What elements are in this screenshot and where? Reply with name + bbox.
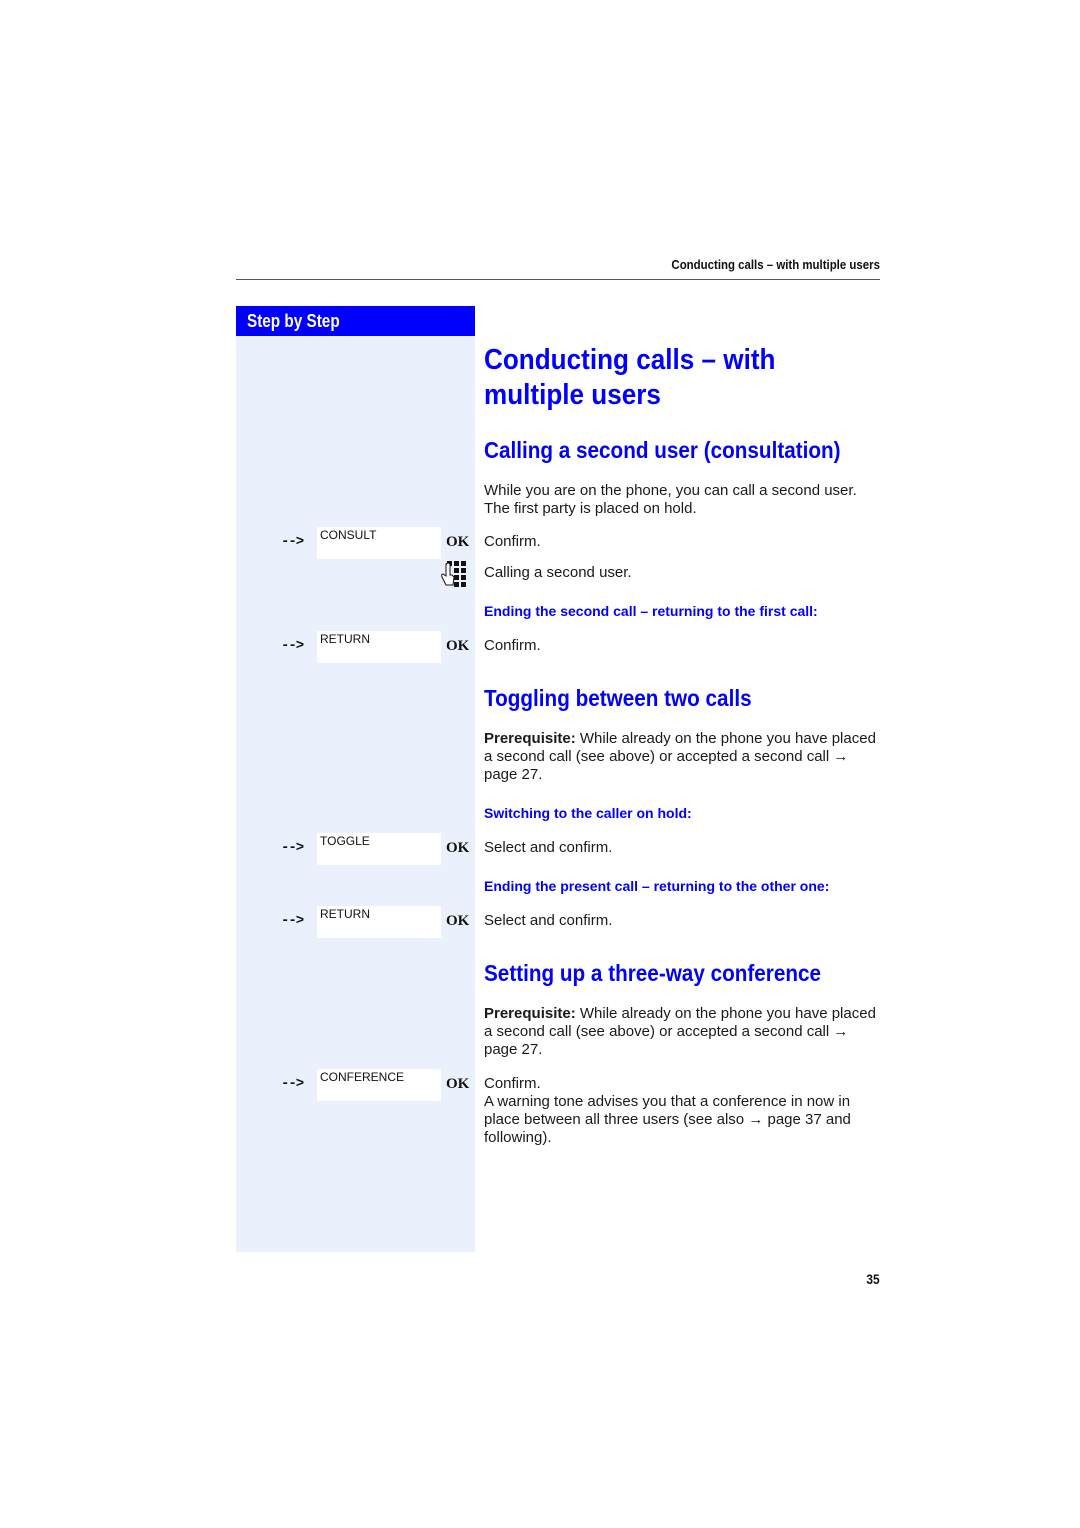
arrow-icon: --> bbox=[281, 1076, 304, 1092]
softkey-toggle[interactable]: TOGGLE bbox=[317, 833, 441, 865]
step-text: Confirm. bbox=[484, 637, 541, 654]
step-text: Select and confirm. bbox=[484, 912, 613, 929]
conference-prerequisite: Prerequisite: While already on the phone… bbox=[484, 1005, 884, 1059]
section-heading-toggling: Toggling between two calls bbox=[484, 685, 752, 711]
page-title: Conducting calls – with multiple users bbox=[484, 344, 776, 411]
arrow-icon: --> bbox=[281, 638, 304, 654]
consultation-intro: While you are on the phone, you can call… bbox=[484, 482, 857, 517]
subheading-ending-second-call: Ending the second call – returning to th… bbox=[484, 603, 818, 619]
header-divider bbox=[236, 279, 880, 280]
step-confirm-text: Confirm. bbox=[484, 1075, 541, 1092]
toggling-prerequisite: Prerequisite: While already on the phone… bbox=[484, 730, 884, 784]
arrow-icon: --> bbox=[281, 840, 304, 856]
step-by-step-title: Step by Step bbox=[247, 311, 340, 331]
keypad-icon bbox=[441, 561, 466, 587]
softkey-return[interactable]: RETURN bbox=[317, 631, 441, 663]
page-number: 35 bbox=[866, 1271, 880, 1287]
softkey-return[interactable]: RETURN bbox=[317, 906, 441, 938]
section-heading-consultation: Calling a second user (consultation) bbox=[484, 437, 841, 463]
running-header: Conducting calls – with multiple users bbox=[671, 257, 880, 272]
section-heading-conference: Setting up a three-way conference bbox=[484, 960, 822, 986]
subheading-ending-present-call: Ending the present call – returning to t… bbox=[484, 878, 830, 894]
prerequisite-label: Prerequisite: bbox=[484, 1005, 576, 1022]
arrow-icon: --> bbox=[281, 534, 304, 550]
conference-note: A warning tone advises you that a confer… bbox=[484, 1093, 851, 1146]
step-text: Confirm. A warning tone advises you that… bbox=[484, 1075, 884, 1147]
arrow-icon: --> bbox=[281, 913, 304, 929]
ok-key-icon: OK bbox=[446, 913, 470, 929]
step-text: Confirm. bbox=[484, 533, 541, 550]
softkey-conference[interactable]: CONFERENCE bbox=[317, 1069, 441, 1101]
step-text: Select and confirm. bbox=[484, 839, 613, 856]
step-by-step-header: Step by Step bbox=[236, 306, 475, 336]
softkey-consult[interactable]: CONSULT bbox=[317, 527, 441, 559]
step-by-step-column bbox=[236, 306, 475, 1252]
ok-key-icon: OK bbox=[446, 638, 470, 654]
prerequisite-label: Prerequisite: bbox=[484, 730, 576, 747]
ok-key-icon: OK bbox=[446, 1076, 470, 1092]
subheading-switching: Switching to the caller on hold: bbox=[484, 805, 692, 821]
step-text: Calling a second user. bbox=[484, 564, 632, 581]
ok-key-icon: OK bbox=[446, 534, 470, 550]
ok-key-icon: OK bbox=[446, 840, 470, 856]
